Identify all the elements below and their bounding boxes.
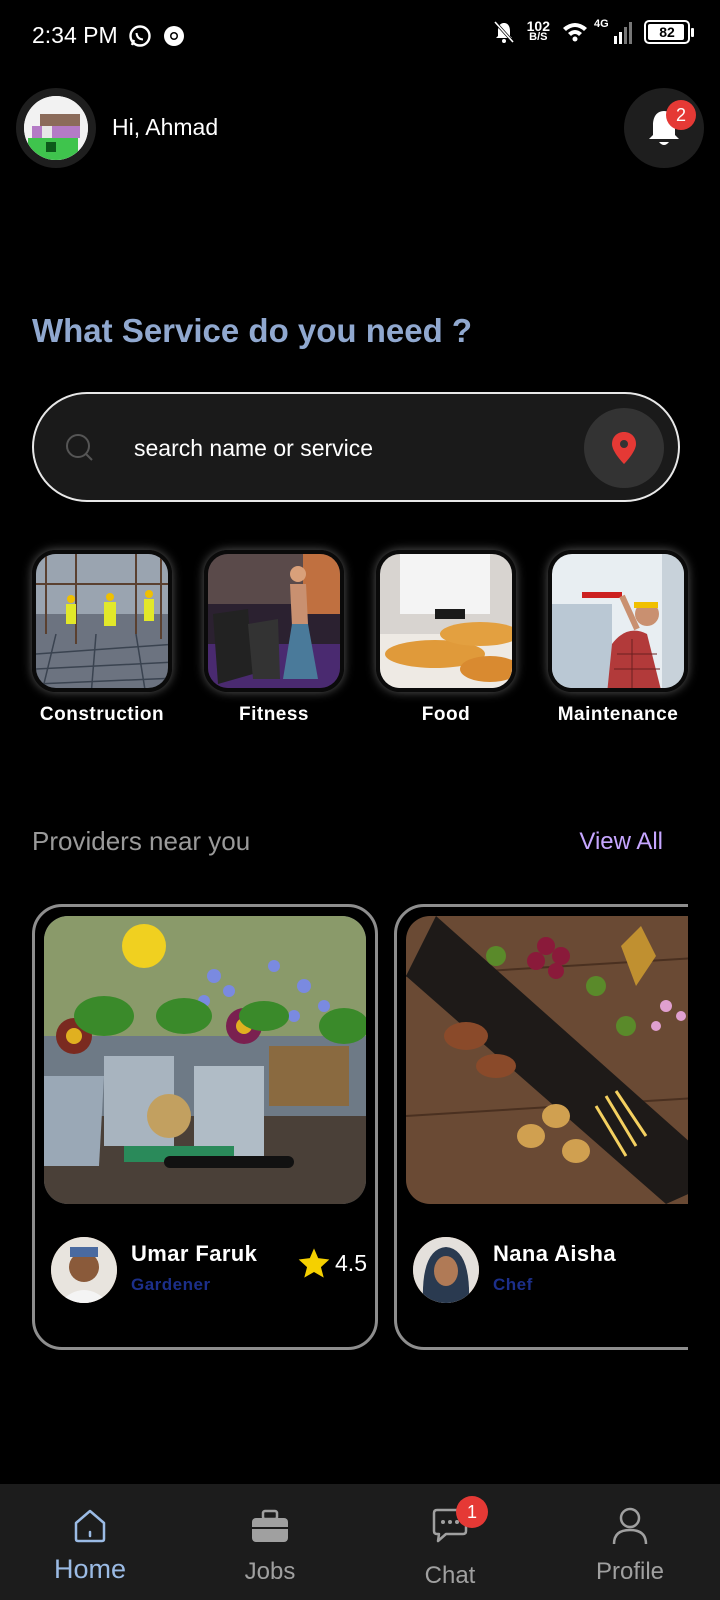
user-avatar-button[interactable] <box>16 88 96 168</box>
search-input[interactable] <box>134 424 554 472</box>
notifications-button[interactable]: 2 <box>624 88 704 168</box>
provider-rating: 4.5 <box>297 1247 367 1279</box>
greeting: Hi, Ahmad <box>112 114 219 140</box>
briefcase-icon <box>252 1509 288 1542</box>
nav-label: Jobs <box>244 1558 296 1585</box>
cell-signal: 4G <box>594 18 632 44</box>
category-maintenance[interactable]: Maintenance <box>532 550 704 726</box>
provider-avatar <box>413 1237 479 1303</box>
avatar <box>24 96 88 160</box>
search-bar <box>32 392 680 502</box>
mute-notification-icon <box>493 20 514 44</box>
header: Hi, Ahmad 2 <box>16 88 704 168</box>
wifi-icon <box>563 23 587 42</box>
bottom-nav: Home Jobs 1 Chat Profile <box>0 1484 720 1600</box>
battery-icon: 82 <box>644 20 694 44</box>
category-image <box>204 550 344 692</box>
nav-home[interactable]: Home <box>0 1484 180 1600</box>
nav-label: Chat <box>424 1562 476 1589</box>
provider-name: Nana Aisha <box>493 1241 617 1266</box>
category-label: Construction <box>39 704 165 725</box>
provider-photo <box>44 916 366 1204</box>
page-headline: What Service do you need ? <box>32 312 473 349</box>
category-label: Maintenance <box>557 704 679 725</box>
whatsapp-icon <box>129 25 151 47</box>
category-image <box>548 550 688 692</box>
nav-jobs[interactable]: Jobs <box>180 1484 360 1600</box>
category-label: Food <box>421 704 471 725</box>
location-button[interactable] <box>584 408 664 488</box>
category-food[interactable]: Food <box>360 550 532 726</box>
provider-role: Gardener <box>131 1275 211 1294</box>
provider-photo <box>406 916 688 1204</box>
category-fitness[interactable]: Fitness <box>188 550 360 726</box>
view-all-link[interactable]: View All <box>579 828 663 856</box>
user-icon <box>612 1507 648 1545</box>
star-icon <box>298 1248 330 1278</box>
net-speed: 102 B/S <box>526 18 550 43</box>
notification-badge: 2 <box>666 100 696 130</box>
providers-section-title: Providers near you <box>32 826 251 856</box>
category-image <box>32 550 172 692</box>
chrome-icon <box>164 26 184 46</box>
provider-role: Chef <box>493 1275 533 1294</box>
provider-card[interactable]: Nana Aisha Chef <box>394 904 688 1350</box>
provider-name: Umar Faruk <box>131 1241 258 1266</box>
nav-label: Profile <box>595 1558 665 1585</box>
category-construction[interactable]: Construction <box>16 550 188 726</box>
status-time: 2:34 PM <box>32 22 118 48</box>
nav-label: Home <box>53 1554 127 1584</box>
category-label: Fitness <box>238 704 310 725</box>
search-icon <box>66 434 93 461</box>
category-image <box>376 550 516 692</box>
location-pin-icon <box>612 432 636 464</box>
nav-chat[interactable]: 1 Chat <box>360 1484 540 1600</box>
status-bar: 2:34 PM 102 B/S 4G 82 <box>0 0 720 72</box>
category-list: Construction Fitness Food Maintenance <box>16 550 704 726</box>
home-icon <box>74 1509 106 1543</box>
nav-profile[interactable]: Profile <box>540 1484 720 1600</box>
chat-badge: 1 <box>456 1496 488 1528</box>
provider-avatar <box>51 1237 117 1303</box>
provider-carousel[interactable]: Umar Faruk Gardener 4.5 Nana Aisha Chef <box>32 904 688 1354</box>
provider-card[interactable]: Umar Faruk Gardener 4.5 <box>32 904 378 1350</box>
